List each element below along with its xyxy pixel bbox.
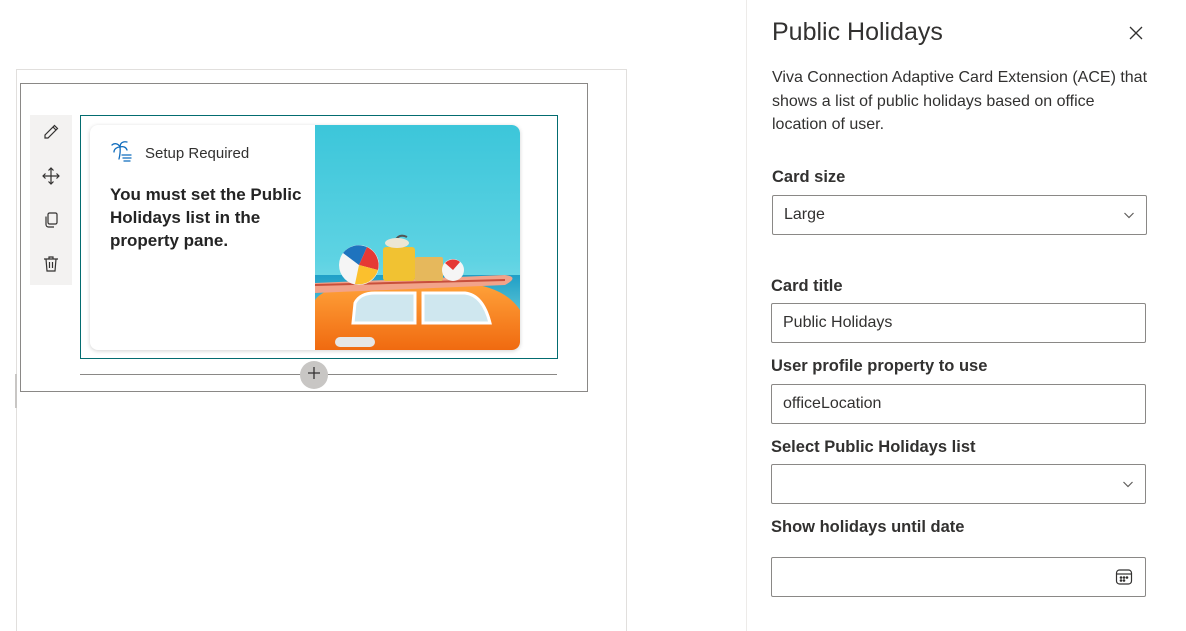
- pane-description: Viva Connection Adaptive Card Extension …: [772, 69, 1148, 133]
- user-profile-property-label: User profile property to use: [771, 357, 988, 375]
- palm-tree-icon: [110, 139, 134, 168]
- add-webpart-button[interactable]: [300, 361, 328, 389]
- card-title-label: Card title: [771, 277, 843, 295]
- holidays-list-dropdown[interactable]: [771, 464, 1146, 504]
- pane-title: Public Holidays: [772, 18, 943, 46]
- move-button[interactable]: [38, 166, 64, 191]
- card-size-label: Card size: [772, 168, 846, 186]
- chevron-down-icon: [1112, 196, 1146, 234]
- card-size-dropdown[interactable]: Large: [772, 195, 1147, 235]
- delete-icon: [41, 254, 61, 279]
- user-profile-property-input[interactable]: officeLocation: [771, 384, 1146, 424]
- duplicate-icon: [41, 210, 61, 235]
- property-pane: Public Holidays Viva Connection Adaptive…: [746, 0, 1186, 631]
- user-profile-property-value: officeLocation: [783, 395, 882, 412]
- delete-button[interactable]: [38, 255, 64, 277]
- card-header: Setup Required: [110, 139, 249, 168]
- close-button[interactable]: [1125, 24, 1147, 46]
- until-date-label: Show holidays until date: [771, 518, 965, 536]
- card-title-value: Public Holidays: [783, 314, 893, 331]
- card-body-text: You must set the Public Holidays list in…: [110, 185, 302, 250]
- close-icon: [1128, 25, 1144, 46]
- card-size-value: Large: [784, 206, 825, 223]
- duplicate-button[interactable]: [38, 211, 64, 233]
- page-canvas: Setup Required You must set the Public H…: [0, 0, 746, 631]
- holidays-list-label: Select Public Holidays list: [771, 438, 976, 456]
- calendar-icon[interactable]: [1103, 558, 1145, 596]
- webpart-toolbar: [30, 115, 72, 285]
- move-icon: [41, 166, 61, 191]
- edit-icon: [41, 122, 61, 147]
- chevron-down-icon: [1111, 465, 1145, 503]
- ace-card[interactable]: Setup Required You must set the Public H…: [90, 125, 520, 350]
- card-title-input[interactable]: Public Holidays: [771, 303, 1146, 343]
- until-date-picker[interactable]: [771, 557, 1146, 597]
- edit-button[interactable]: [38, 123, 64, 145]
- card-header-title: Setup Required: [145, 145, 250, 162]
- plus-icon: [306, 365, 322, 386]
- section-marker: [15, 374, 17, 408]
- card-image: [315, 125, 520, 350]
